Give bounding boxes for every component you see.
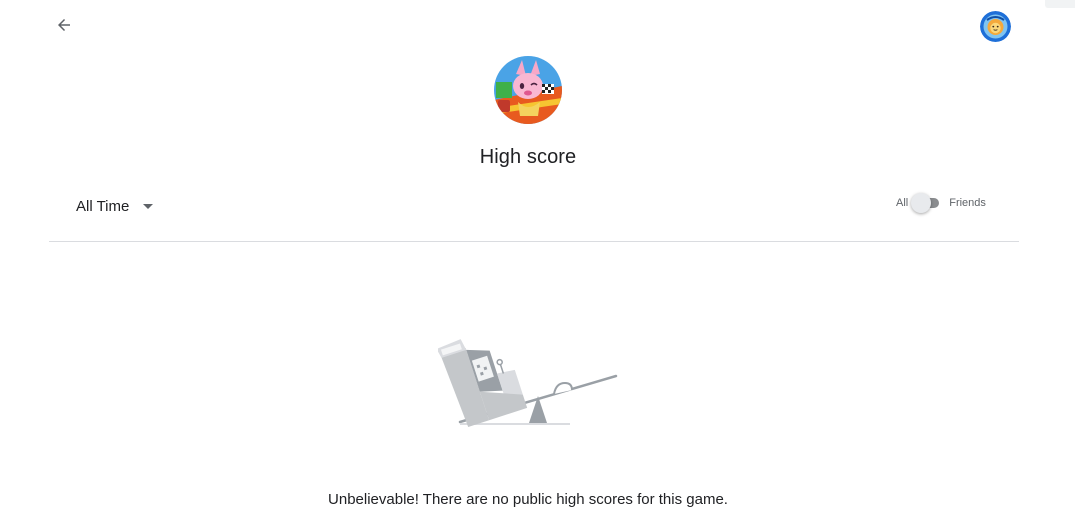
corner-tab: [1045, 0, 1075, 8]
toggle-knob: [911, 193, 932, 213]
avatar[interactable]: [980, 11, 1011, 42]
arrow-back-icon: [58, 19, 70, 31]
divider: [49, 241, 1019, 242]
all-friends-toggle-group: All Friends: [896, 193, 986, 213]
page-title: High score: [479, 146, 577, 168]
empty-state-illustration: [436, 326, 620, 430]
game-art-icon: [494, 56, 562, 124]
time-range-dropdown[interactable]: All Time: [64, 191, 165, 221]
user-avatar-icon: [980, 11, 1011, 42]
all-friends-toggle[interactable]: [911, 193, 940, 213]
back-button[interactable]: [52, 13, 76, 37]
game-icon: [494, 56, 562, 124]
arcade-seesaw-illustration: [436, 339, 618, 428]
leaderboard-page: High score All Time All Friends Unbeliev…: [0, 0, 1075, 522]
time-range-label: All Time: [76, 197, 130, 215]
empty-state-message: Unbelievable! There are no public high s…: [328, 491, 728, 508]
toggle-label-all[interactable]: All: [896, 197, 908, 209]
toggle-label-friends[interactable]: Friends: [949, 197, 986, 209]
chevron-down-icon: [143, 203, 154, 209]
